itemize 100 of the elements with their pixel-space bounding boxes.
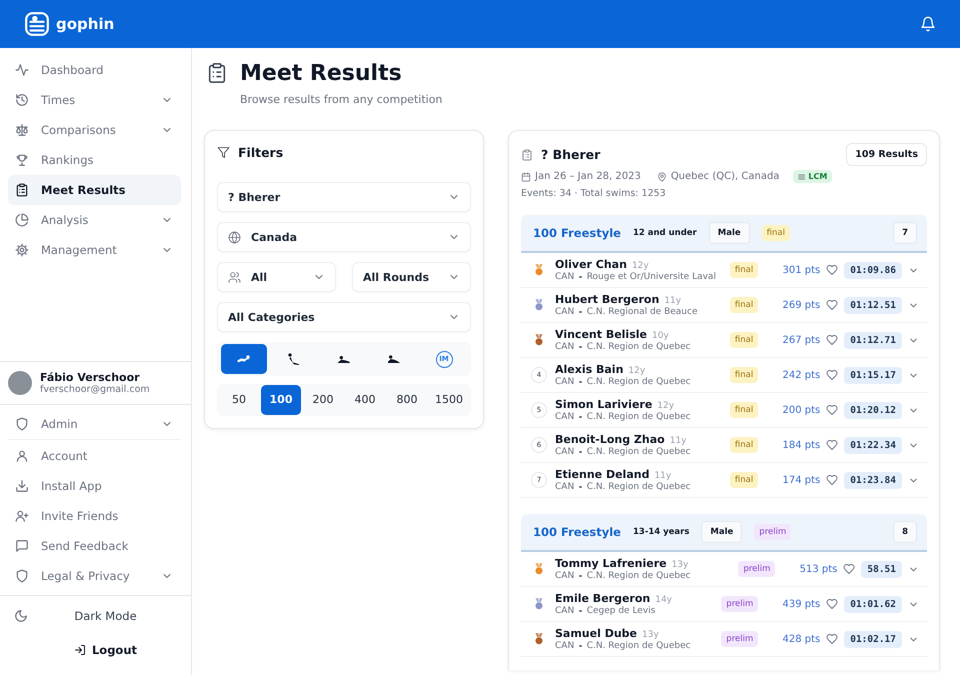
heart-icon[interactable] — [826, 334, 838, 346]
app-name: gophin — [56, 15, 114, 33]
swim-time: 01:12.51 — [844, 296, 902, 314]
country-code: CAN — [555, 412, 574, 422]
round-tag: prelim — [754, 524, 792, 540]
download-icon — [15, 479, 29, 493]
user-plus-icon — [15, 509, 29, 523]
users-icon — [228, 270, 241, 284]
separator-dot — [579, 380, 582, 384]
filters-title: Filters — [238, 145, 284, 160]
athlete-name[interactable]: Emile Bergeron — [555, 592, 650, 605]
distance-button[interactable]: 800 — [387, 385, 427, 415]
distance-button[interactable]: 50 — [219, 385, 259, 415]
athlete-age: 10y — [652, 331, 669, 341]
swim-time: 01:15.17 — [844, 366, 902, 384]
dark-mode-label[interactable]: Dark Mode — [28, 609, 183, 623]
dropdown[interactable]: ? Bherer — [217, 182, 471, 212]
athlete-name[interactable]: Tommy Lafreniere — [555, 557, 667, 570]
nav-item[interactable]: Rankings — [8, 145, 181, 175]
event-header[interactable]: 100 Freestyle 13-14 years Male prelim 8 — [521, 514, 927, 552]
swim-time: 01:02.17 — [844, 630, 902, 648]
nav-item[interactable]: Admin — [8, 409, 181, 439]
heart-icon[interactable] — [826, 404, 838, 416]
nav-item[interactable]: Account — [8, 441, 181, 471]
nav-item[interactable]: Dashboard — [8, 55, 181, 85]
separator-dot — [579, 450, 582, 454]
country-code: CAN — [555, 606, 574, 616]
distance-button[interactable]: 200 — [303, 385, 343, 415]
heart-icon[interactable] — [826, 633, 838, 645]
distance-button[interactable]: 100 — [261, 385, 301, 415]
age-group: 13-14 years — [632, 527, 690, 537]
club-name: C.N. Region de Quebec — [586, 571, 691, 581]
club-name: C.N. Region de Quebec — [586, 641, 691, 651]
separator-dot — [579, 644, 582, 648]
athlete-name[interactable]: Hubert Bergeron — [555, 293, 660, 306]
points: 267 pts — [781, 334, 820, 346]
heart-icon[interactable] — [826, 439, 838, 451]
round-tag: final — [730, 297, 758, 313]
athlete-name[interactable]: Benoit-Long Zhao — [555, 433, 665, 446]
athlete-name[interactable]: Simon Lariviere — [555, 398, 652, 411]
bell-icon[interactable] — [920, 16, 936, 32]
heart-icon[interactable] — [826, 299, 838, 311]
nav-item[interactable]: Management — [8, 235, 181, 265]
trophy-icon — [15, 153, 29, 167]
heart-icon[interactable] — [826, 474, 838, 486]
clipboard-icon — [206, 62, 228, 84]
logout-icon — [74, 644, 86, 656]
dropdown[interactable]: Canada — [217, 222, 471, 252]
nav-item[interactable]: Install App — [8, 471, 181, 501]
swim-time: 01:09.86 — [844, 262, 902, 278]
distance-button[interactable]: 1500 — [429, 385, 469, 415]
nav-item[interactable]: Send Feedback — [8, 531, 181, 561]
country-code: CAN — [555, 571, 574, 581]
athlete-name[interactable]: Samuel Dube — [555, 627, 637, 640]
points: 200 pts — [781, 404, 820, 416]
page-title: Meet Results — [240, 60, 402, 86]
nav-item[interactable]: Legal & Privacy — [8, 561, 181, 591]
round-tag: final — [730, 472, 758, 488]
user-email: fverschoor@gmail.com — [40, 384, 150, 395]
gender-tag: Male — [701, 521, 742, 543]
pie-chart-icon — [15, 213, 29, 227]
nav-item[interactable]: Analysis — [8, 205, 181, 235]
separator-dot — [579, 610, 582, 612]
swim-time: 01:20.12 — [844, 402, 902, 418]
country-code: CAN — [555, 447, 574, 457]
nav-item[interactable]: Meet Results — [8, 175, 181, 205]
nav-item[interactable]: Times — [8, 85, 181, 115]
course-badge: LCM — [793, 170, 832, 183]
points: 242 pts — [781, 370, 820, 380]
message-icon — [15, 539, 29, 553]
dropdown[interactable]: All Categories — [217, 302, 471, 332]
separator-dot — [579, 310, 582, 314]
distance-button[interactable]: 400 — [345, 385, 385, 415]
gear-icon — [15, 243, 29, 257]
athlete-name[interactable]: Oliver Chan — [555, 258, 627, 271]
athlete-name[interactable]: Etienne Deland — [555, 468, 650, 481]
athlete-age: 11y — [654, 471, 672, 481]
scales-icon — [15, 123, 29, 137]
country-code: CAN — [555, 482, 574, 492]
country-code: CAN — [555, 641, 574, 651]
nav-item[interactable]: Comparisons — [8, 115, 181, 145]
moon-icon[interactable] — [14, 609, 28, 623]
heart-icon[interactable] — [826, 264, 838, 276]
heart-icon[interactable] — [843, 563, 856, 575]
club-name: C.N. Region de Quebec — [586, 447, 691, 457]
swimmer-icon — [286, 351, 302, 367]
swim-time: 01:22.34 — [844, 436, 902, 454]
result-count: 8 — [893, 521, 917, 543]
separator-dot — [579, 276, 582, 278]
logout-button[interactable]: Logout — [74, 635, 138, 665]
dropdown[interactable]: All Rounds — [352, 262, 471, 292]
heart-icon[interactable] — [826, 369, 838, 381]
athlete-name[interactable]: Alexis Bain — [555, 363, 624, 376]
athlete-name[interactable]: Vincent Belisle — [555, 328, 647, 341]
nav-item[interactable]: Invite Friends — [8, 501, 181, 531]
dropdown[interactable]: All — [217, 262, 336, 292]
heart-icon[interactable] — [826, 598, 838, 610]
separator-dot — [579, 486, 582, 488]
shield-icon — [15, 417, 29, 431]
event-header[interactable]: 100 Freestyle 12 and under Male final 7 — [521, 215, 927, 253]
